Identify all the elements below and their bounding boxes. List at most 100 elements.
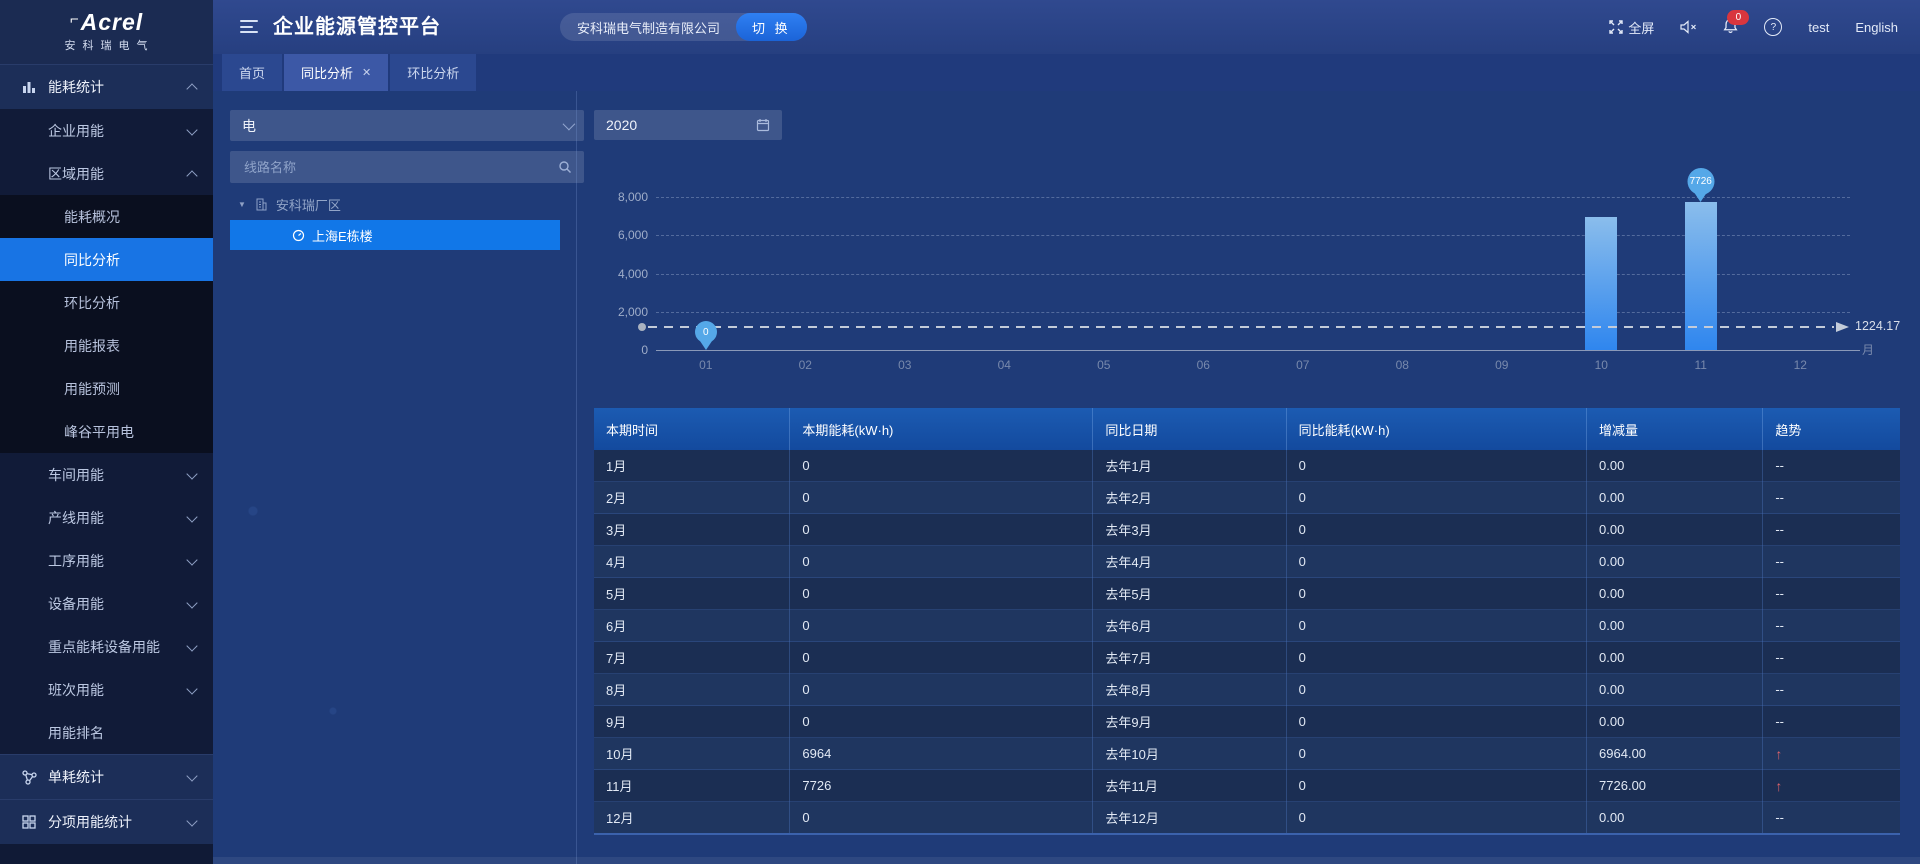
notifications-button[interactable]: 0 bbox=[1723, 18, 1738, 37]
table-cell: 0.00 bbox=[1587, 514, 1763, 546]
sidebar-item-label: 用能报表 bbox=[64, 336, 120, 356]
sidebar-item[interactable]: 能耗统计 bbox=[0, 64, 213, 109]
sidebar-item[interactable]: 单耗统计 bbox=[0, 754, 213, 799]
chevron-down-icon bbox=[186, 683, 197, 694]
table-row: 8月0去年8月00.00-- bbox=[594, 674, 1900, 706]
help-button[interactable]: ? bbox=[1764, 18, 1782, 36]
sidebar-item[interactable]: 设备用能 bbox=[0, 582, 213, 625]
tab[interactable]: 首页 bbox=[222, 54, 282, 91]
table-row: 6月0去年6月00.00-- bbox=[594, 610, 1900, 642]
tab[interactable]: 同比分析✕ bbox=[284, 54, 388, 91]
table-cell: 去年11月 bbox=[1093, 770, 1286, 802]
tab-label: 环比分析 bbox=[407, 63, 459, 82]
energy-type-value: 电 bbox=[242, 116, 256, 136]
trend-cell: -- bbox=[1763, 610, 1900, 642]
sidebar-item[interactable]: 用能排名 bbox=[0, 711, 213, 754]
close-icon[interactable]: ✕ bbox=[362, 66, 371, 79]
table-cell: 3月 bbox=[594, 514, 790, 546]
horizontal-scrollbar[interactable] bbox=[213, 857, 1920, 864]
language-toggle[interactable]: English bbox=[1855, 20, 1898, 35]
mute-button[interactable] bbox=[1680, 20, 1697, 34]
line-search-input[interactable] bbox=[242, 159, 550, 176]
tree-node[interactable]: ▼ 安科瑞厂区 bbox=[213, 191, 577, 218]
table-cell: 6月 bbox=[594, 610, 790, 642]
x-axis-tick-label: 01 bbox=[686, 358, 726, 372]
sidebar-item-label: 工序用能 bbox=[48, 551, 104, 571]
table-cell: 0 bbox=[1286, 738, 1586, 770]
table-cell: 0.00 bbox=[1587, 802, 1763, 835]
company-name: 安科瑞电气制造有限公司 bbox=[577, 18, 720, 37]
chevron-down-icon bbox=[186, 640, 197, 651]
markpoint-pin-label: 7726 bbox=[1687, 168, 1714, 195]
table-row: 3月0去年3月00.00-- bbox=[594, 514, 1900, 546]
table-cell: 0 bbox=[1286, 578, 1586, 610]
table-cell: 去年7月 bbox=[1093, 642, 1286, 674]
brand-name: Acrel bbox=[81, 11, 144, 34]
sidebar-item[interactable]: 班次用能 bbox=[0, 668, 213, 711]
sidebar-item[interactable]: 环比分析 bbox=[0, 281, 213, 324]
logo: ⌐ Acrel 安科瑞电气 bbox=[0, 0, 213, 64]
table-cell: 0.00 bbox=[1587, 706, 1763, 738]
company-pill: 安科瑞电气制造有限公司 切 换 bbox=[560, 13, 807, 41]
energy-type-select[interactable]: 电 bbox=[230, 110, 584, 141]
sidebar-item[interactable]: 能耗概况 bbox=[0, 195, 213, 238]
fullscreen-button[interactable]: 全屏 bbox=[1609, 18, 1654, 37]
sidebar-item[interactable]: 重点能耗设备用能 bbox=[0, 625, 213, 668]
table-cell: 0 bbox=[1286, 546, 1586, 578]
y-axis-tick-label: 6,000 bbox=[594, 228, 648, 242]
sidebar-item[interactable]: 用能预测 bbox=[0, 367, 213, 410]
sidebar-item[interactable]: 分项用能统计 bbox=[0, 799, 213, 844]
bar-chart-icon bbox=[21, 79, 37, 95]
tree-node-label: 上海E栋楼 bbox=[312, 226, 373, 245]
x-axis-tick-label: 05 bbox=[1084, 358, 1124, 372]
trend-cell: -- bbox=[1763, 642, 1900, 674]
table-cell: 6964.00 bbox=[1587, 738, 1763, 770]
sidebar-item-label: 同比分析 bbox=[64, 250, 120, 270]
sidebar-item-label: 用能排名 bbox=[48, 723, 104, 743]
sidebar-item[interactable]: 工序用能 bbox=[0, 539, 213, 582]
sidebar-item[interactable]: 车间用能 bbox=[0, 453, 213, 496]
year-value: 2020 bbox=[606, 117, 637, 133]
building-icon bbox=[255, 198, 267, 211]
switch-company-button[interactable]: 切 换 bbox=[736, 13, 807, 41]
table-row: 2月0去年2月00.00-- bbox=[594, 482, 1900, 514]
sidebar-item[interactable]: 产线用能 bbox=[0, 496, 213, 539]
table-cell: 0.00 bbox=[1587, 482, 1763, 514]
table-cell: 0 bbox=[1286, 674, 1586, 706]
table-cell: 4月 bbox=[594, 546, 790, 578]
caret-down-icon[interactable]: ▼ bbox=[238, 200, 246, 209]
chevron-up-icon bbox=[186, 83, 197, 94]
yoy-bar-chart: 02,0004,0006,0008,0000102030405060708091… bbox=[594, 150, 1900, 408]
x-axis-tick-label: 08 bbox=[1382, 358, 1422, 372]
sidebar-item[interactable]: 企业用能 bbox=[0, 109, 213, 152]
year-picker[interactable]: 2020 bbox=[594, 110, 782, 140]
column-header: 同比能耗(kW·h) bbox=[1286, 408, 1586, 450]
molecule-icon bbox=[21, 769, 37, 785]
menu-collapse-icon[interactable] bbox=[240, 20, 258, 37]
average-markline-label: 1224.17 bbox=[1855, 319, 1900, 333]
tab[interactable]: 环比分析 bbox=[390, 54, 476, 91]
sidebar-item[interactable]: 峰谷平用电 bbox=[0, 410, 213, 453]
table-row: 11月7726去年11月07726.00↑ bbox=[594, 770, 1900, 802]
x-axis-tick-label: 11 bbox=[1681, 358, 1721, 372]
table-cell: 7月 bbox=[594, 642, 790, 674]
fullscreen-icon bbox=[1609, 20, 1623, 34]
search-icon[interactable] bbox=[558, 160, 572, 174]
tree-node[interactable]: 上海E栋楼 bbox=[230, 220, 560, 250]
markpoint-pin-label: 0 bbox=[695, 321, 717, 343]
table-cell: 0 bbox=[1286, 450, 1586, 482]
column-header: 同比日期 bbox=[1093, 408, 1286, 450]
sidebar-item[interactable]: 用能报表 bbox=[0, 324, 213, 367]
fullscreen-label: 全屏 bbox=[1628, 18, 1654, 37]
username[interactable]: test bbox=[1808, 20, 1829, 35]
x-axis-tick-label: 07 bbox=[1283, 358, 1323, 372]
panel-divider bbox=[576, 91, 577, 864]
tree-node-label: 安科瑞厂区 bbox=[276, 195, 341, 214]
sidebar-item[interactable]: 区域用能 bbox=[0, 152, 213, 195]
sidebar-item-label: 分项用能统计 bbox=[48, 812, 132, 832]
sidebar-menu: 能耗统计企业用能区域用能能耗概况同比分析环比分析用能报表用能预测峰谷平用电车间用… bbox=[0, 64, 213, 844]
table-cell: 5月 bbox=[594, 578, 790, 610]
gridline bbox=[656, 197, 1850, 198]
sidebar-item[interactable]: 同比分析 bbox=[0, 238, 213, 281]
trend-cell: -- bbox=[1763, 482, 1900, 514]
